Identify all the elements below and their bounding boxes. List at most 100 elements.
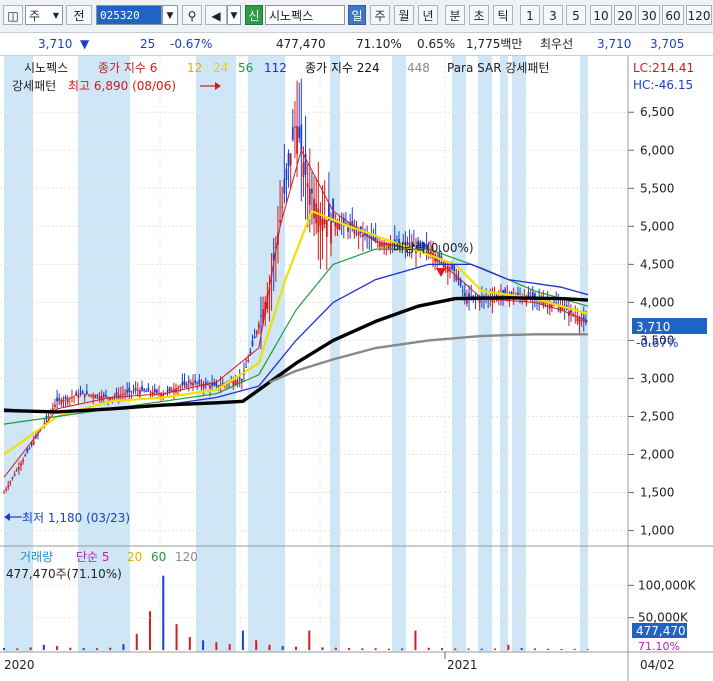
candle-body [232,381,235,386]
legend-ema6: 종가 지수 6 [98,61,157,75]
candle-body [60,400,63,404]
candle-body [3,492,5,494]
candle-body [175,388,177,393]
hc-value: HC:-46.15 [633,78,693,92]
period-second-tab[interactable]: 초 [469,5,489,25]
volume-bar [241,630,244,650]
candle-body [338,223,341,230]
volume-value: 477,470 [276,37,326,51]
candle-body [147,387,150,392]
legend-ema112: 112 [264,61,287,75]
candle-body [198,379,201,384]
candle-body [102,394,105,397]
volume-bar [69,647,72,650]
interval-60-button[interactable]: 60 [662,5,684,25]
interval-3-button[interactable]: 3 [543,5,563,25]
candle-body [192,382,194,386]
x-label-2020: 2020 [4,658,35,672]
bullish-band [512,56,526,652]
volume-bar [82,648,85,650]
candle-body [306,183,309,188]
volume-bar [467,648,470,650]
interval-5-button[interactable]: 5 [566,5,586,25]
prev-button[interactable]: 전 [66,5,92,25]
candle-body [81,391,84,394]
price-tick-label: 1,000 [640,524,674,538]
candle-body [96,394,99,396]
bullish-band [330,56,340,652]
candle-body [126,390,129,393]
candle-body [325,219,328,237]
volume-bar [29,647,32,650]
interval-1-button[interactable]: 1 [520,5,540,25]
candle-body [194,380,197,384]
candle-body [166,389,169,392]
candle-body [298,126,301,139]
volume-bar [387,648,390,650]
legend-ema224: 종가 지수 224 [305,61,380,75]
candle-body [98,395,101,400]
period-week-tab[interactable]: 주 [370,5,390,25]
candle-body [132,390,135,392]
current-price: 3,710 [38,37,73,51]
code-input[interactable]: 025320 [96,5,162,25]
volume-bar [188,637,191,650]
period-minute-tab[interactable]: 분 [445,5,465,25]
candle-body [122,393,124,395]
candle-body [240,378,243,382]
current-price-tag: 3,710 -0.67% [632,318,707,350]
period-year-tab[interactable]: 년 [418,5,438,25]
candle-body [136,390,139,392]
search-icon[interactable]: ⚲ [182,5,202,25]
candle-body [83,393,86,398]
candle-body [495,294,498,297]
volume-bar [321,647,324,650]
price-tick-label: 5,000 [640,219,674,233]
candle-body [32,441,35,445]
speaker-dropdown-button[interactable]: ▼ [227,5,241,25]
legend-ema24: 24 [213,61,228,75]
current-price-tag-value: 3,710 [636,320,670,334]
volume-bar [361,648,364,650]
interval-20-button[interactable]: 20 [614,5,636,25]
speaker-icon[interactable]: ◀ [205,5,227,25]
candle-body [296,125,298,154]
vol-legend-volume: 거래량 [20,550,53,564]
current-change-tag: -0.67% [636,336,678,350]
vol-legend-sma20: 20 [127,550,142,564]
interval-30-button[interactable]: 30 [638,5,660,25]
volume-bar [374,648,377,650]
code-dropdown-button[interactable]: ▼ [162,5,178,25]
chart-menu-icon[interactable]: ◫ [3,5,23,25]
candle-body [279,220,281,223]
ma-line-448 [269,333,588,384]
price-tick-label: 4,000 [640,295,674,309]
candle-body [187,380,190,383]
candle-body [245,366,247,368]
candle-body [128,387,131,392]
candle-body [75,392,78,396]
candle-body [302,162,305,177]
candle-body [145,390,148,392]
stock-chart[interactable]: 1,0001,5002,0002,5003,0003,5004,0004,500… [0,56,713,681]
candle-body [13,474,16,476]
period-tick-tab[interactable]: 틱 [493,5,513,25]
volume-bar [454,648,457,650]
candle-body [300,124,303,151]
candle-body [334,222,337,227]
period-day-tab[interactable]: 일 [348,5,366,25]
volume-bar [16,648,19,650]
volume-bar [268,644,271,650]
item-type-select[interactable]: 주 ▼ [25,5,63,25]
volume-bar [149,611,151,650]
period-month-tab[interactable]: 월 [394,5,414,25]
candle-body [9,481,12,483]
stock-name-field[interactable]: 시노펙스 [265,5,345,25]
bullish-band [500,56,508,652]
interval-120-button[interactable]: 120 [686,5,712,25]
interval-10-button[interactable]: 10 [590,5,612,25]
candle-body [143,389,146,391]
volume-bar [401,648,404,650]
candle-body [17,466,20,470]
legend-ema448: 448 [407,61,430,75]
